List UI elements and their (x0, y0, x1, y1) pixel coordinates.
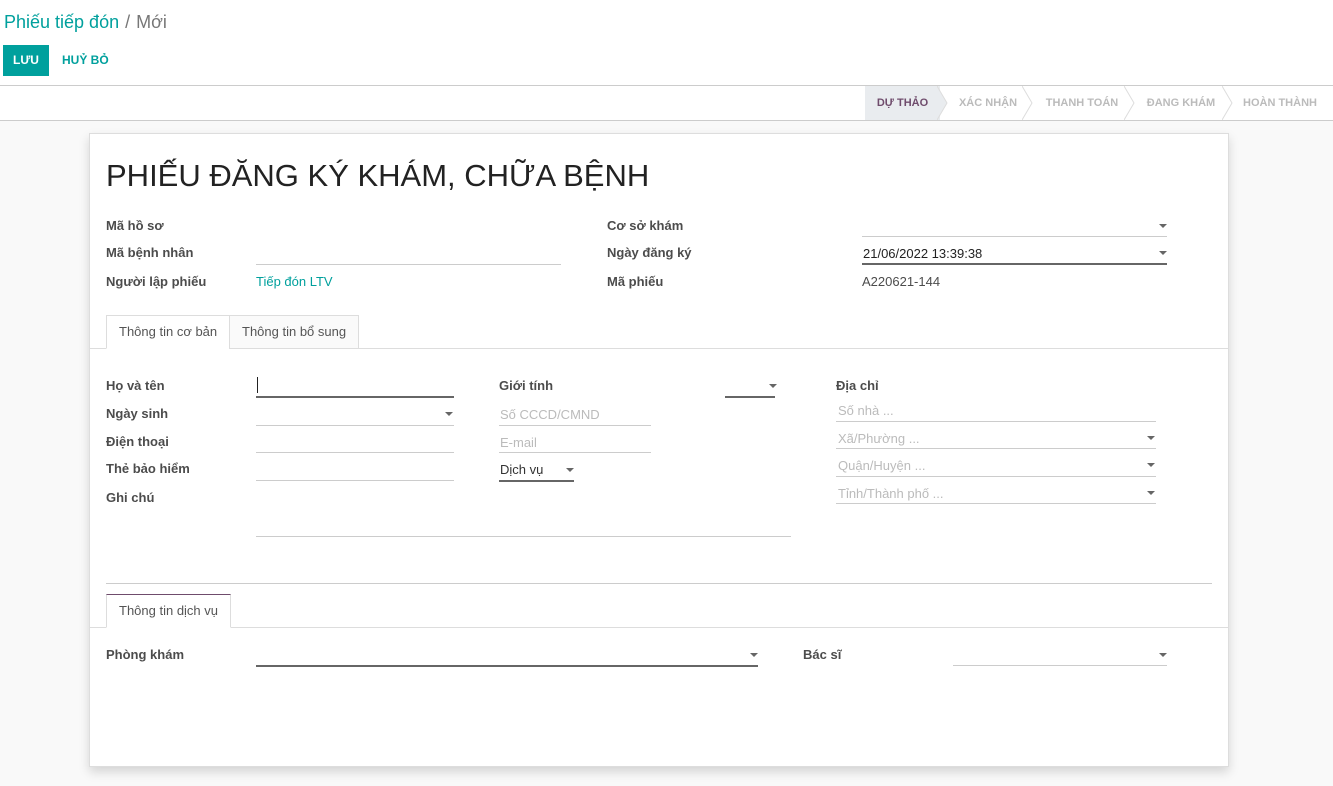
dich-vu-select[interactable]: Dịch vụ (500, 462, 543, 477)
stage-arrow-icon (1022, 86, 1033, 120)
discard-button[interactable]: HUỶ BỎ (52, 45, 119, 76)
caret-down-icon (1147, 463, 1155, 467)
label-dien-thoai: Điện thoại (106, 434, 169, 449)
caret-down-icon (1159, 251, 1167, 255)
tinh-tp-select[interactable]: Tỉnh/Thành phố ... (838, 486, 944, 501)
caret-down-icon (1159, 224, 1167, 228)
tab-divider (90, 627, 1228, 628)
tab-extra-info[interactable]: Thông tin bổ sung (229, 315, 360, 349)
breadcrumb-parent[interactable]: Phiếu tiếp đón (4, 12, 119, 32)
stage-draft[interactable]: DỰ THẢO (865, 86, 940, 120)
label-ma-ho-so: Mã hồ sơ (106, 218, 164, 233)
breadcrumb: Phiếu tiếp đón / Mới (4, 12, 167, 33)
control-panel: Phiếu tiếp đón / Mới LƯU HUỶ BỎ (0, 0, 1333, 86)
breadcrumb-current: Mới (136, 12, 167, 32)
stage-arrow-icon (1124, 86, 1135, 120)
label-ghi-chu: Ghi chú (106, 490, 155, 505)
ghi-chu-input[interactable] (256, 536, 791, 537)
caret-down-icon (769, 384, 777, 388)
label-the-bh: Thẻ bảo hiểm (106, 461, 190, 476)
section-divider (106, 583, 1212, 584)
label-ma-benh-nhan: Mã bệnh nhân (106, 245, 194, 260)
nguoi-lap-link[interactable]: Tiếp đón LTV (256, 274, 333, 289)
caret-down-icon (566, 468, 574, 472)
form-sheet: PHIẾU ĐĂNG KÝ KHÁM, CHỮA BỆNH Mã hồ sơ M… (89, 133, 1229, 767)
dien-thoai-input[interactable] (256, 452, 454, 453)
so-nha-input[interactable]: Số nhà ... (838, 403, 894, 418)
ngay-dk-input[interactable]: 21/06/2022 13:39:38 (863, 246, 982, 261)
label-dia-chi: Địa chỉ (836, 378, 879, 393)
caret-down-icon (750, 653, 758, 657)
label-ma-phieu: Mã phiếu (607, 274, 664, 289)
label-co-so: Cơ sở khám (607, 218, 684, 233)
breadcrumb-separator: / (125, 12, 131, 32)
tinh-tp-underline (836, 503, 1156, 504)
form-title: PHIẾU ĐĂNG KÝ KHÁM, CHỮA BỆNH (106, 158, 650, 193)
stage-confirmed[interactable]: XÁC NHẬN (948, 86, 1028, 120)
ngay-sinh-input[interactable] (256, 425, 454, 426)
label-nguoi-lap: Người lập phiếu (106, 274, 207, 289)
phong-kham-select[interactable] (256, 665, 758, 667)
email-input[interactable]: E-mail (500, 435, 537, 450)
co-so-select[interactable] (862, 236, 1167, 237)
xa-phuong-underline (836, 448, 1156, 449)
quan-huyen-underline (836, 476, 1156, 477)
label-gioi-tinh: Giới tính (499, 378, 554, 393)
stage-examining[interactable]: ĐANG KHÁM (1136, 86, 1226, 120)
caret-down-icon (1159, 653, 1167, 657)
caret-down-icon (445, 412, 453, 416)
stage-done[interactable]: HOÀN THÀNH (1234, 86, 1326, 120)
label-ngay-dk: Ngày đăng ký (607, 245, 692, 260)
save-button[interactable]: LƯU (3, 45, 49, 76)
label-ngay-sinh: Ngày sinh (106, 406, 169, 421)
ho-ten-input[interactable] (256, 396, 454, 398)
status-bar: DỰ THẢO XÁC NHẬN THANH TOÁN ĐANG KHÁM HO… (0, 86, 1333, 121)
dich-vu-underline (499, 480, 574, 482)
stage-paid[interactable]: THANH TOÁN (1036, 86, 1128, 120)
quan-huyen-select[interactable]: Quận/Huyện ... (838, 458, 925, 473)
gioi-tinh-select[interactable] (725, 396, 775, 398)
xa-phuong-select[interactable]: Xã/Phường ... (838, 431, 920, 446)
ma-benh-nhan-input[interactable] (256, 264, 561, 265)
the-bh-input[interactable] (256, 480, 454, 481)
bac-si-select[interactable] (953, 665, 1167, 666)
stage-arrow-icon (937, 86, 948, 120)
text-cursor (257, 377, 258, 393)
stage-arrow-icon (1222, 86, 1233, 120)
tab-basic-info[interactable]: Thông tin cơ bản (106, 315, 231, 349)
ma-phieu-value: A220621-144 (862, 274, 941, 289)
label-phong-kham: Phòng khám (106, 647, 185, 662)
tab-service-info[interactable]: Thông tin dịch vụ (106, 594, 232, 628)
cccd-underline (499, 425, 651, 426)
so-nha-underline (836, 421, 1156, 422)
label-ho-ten: Họ và tên (106, 378, 165, 393)
label-bac-si: Bác sĩ (803, 647, 842, 662)
caret-down-icon (1147, 436, 1155, 440)
ngay-dk-underline (862, 263, 1167, 265)
caret-down-icon (1147, 491, 1155, 495)
cccd-input[interactable]: Số CCCD/CMND (500, 407, 600, 422)
email-underline (499, 452, 651, 453)
